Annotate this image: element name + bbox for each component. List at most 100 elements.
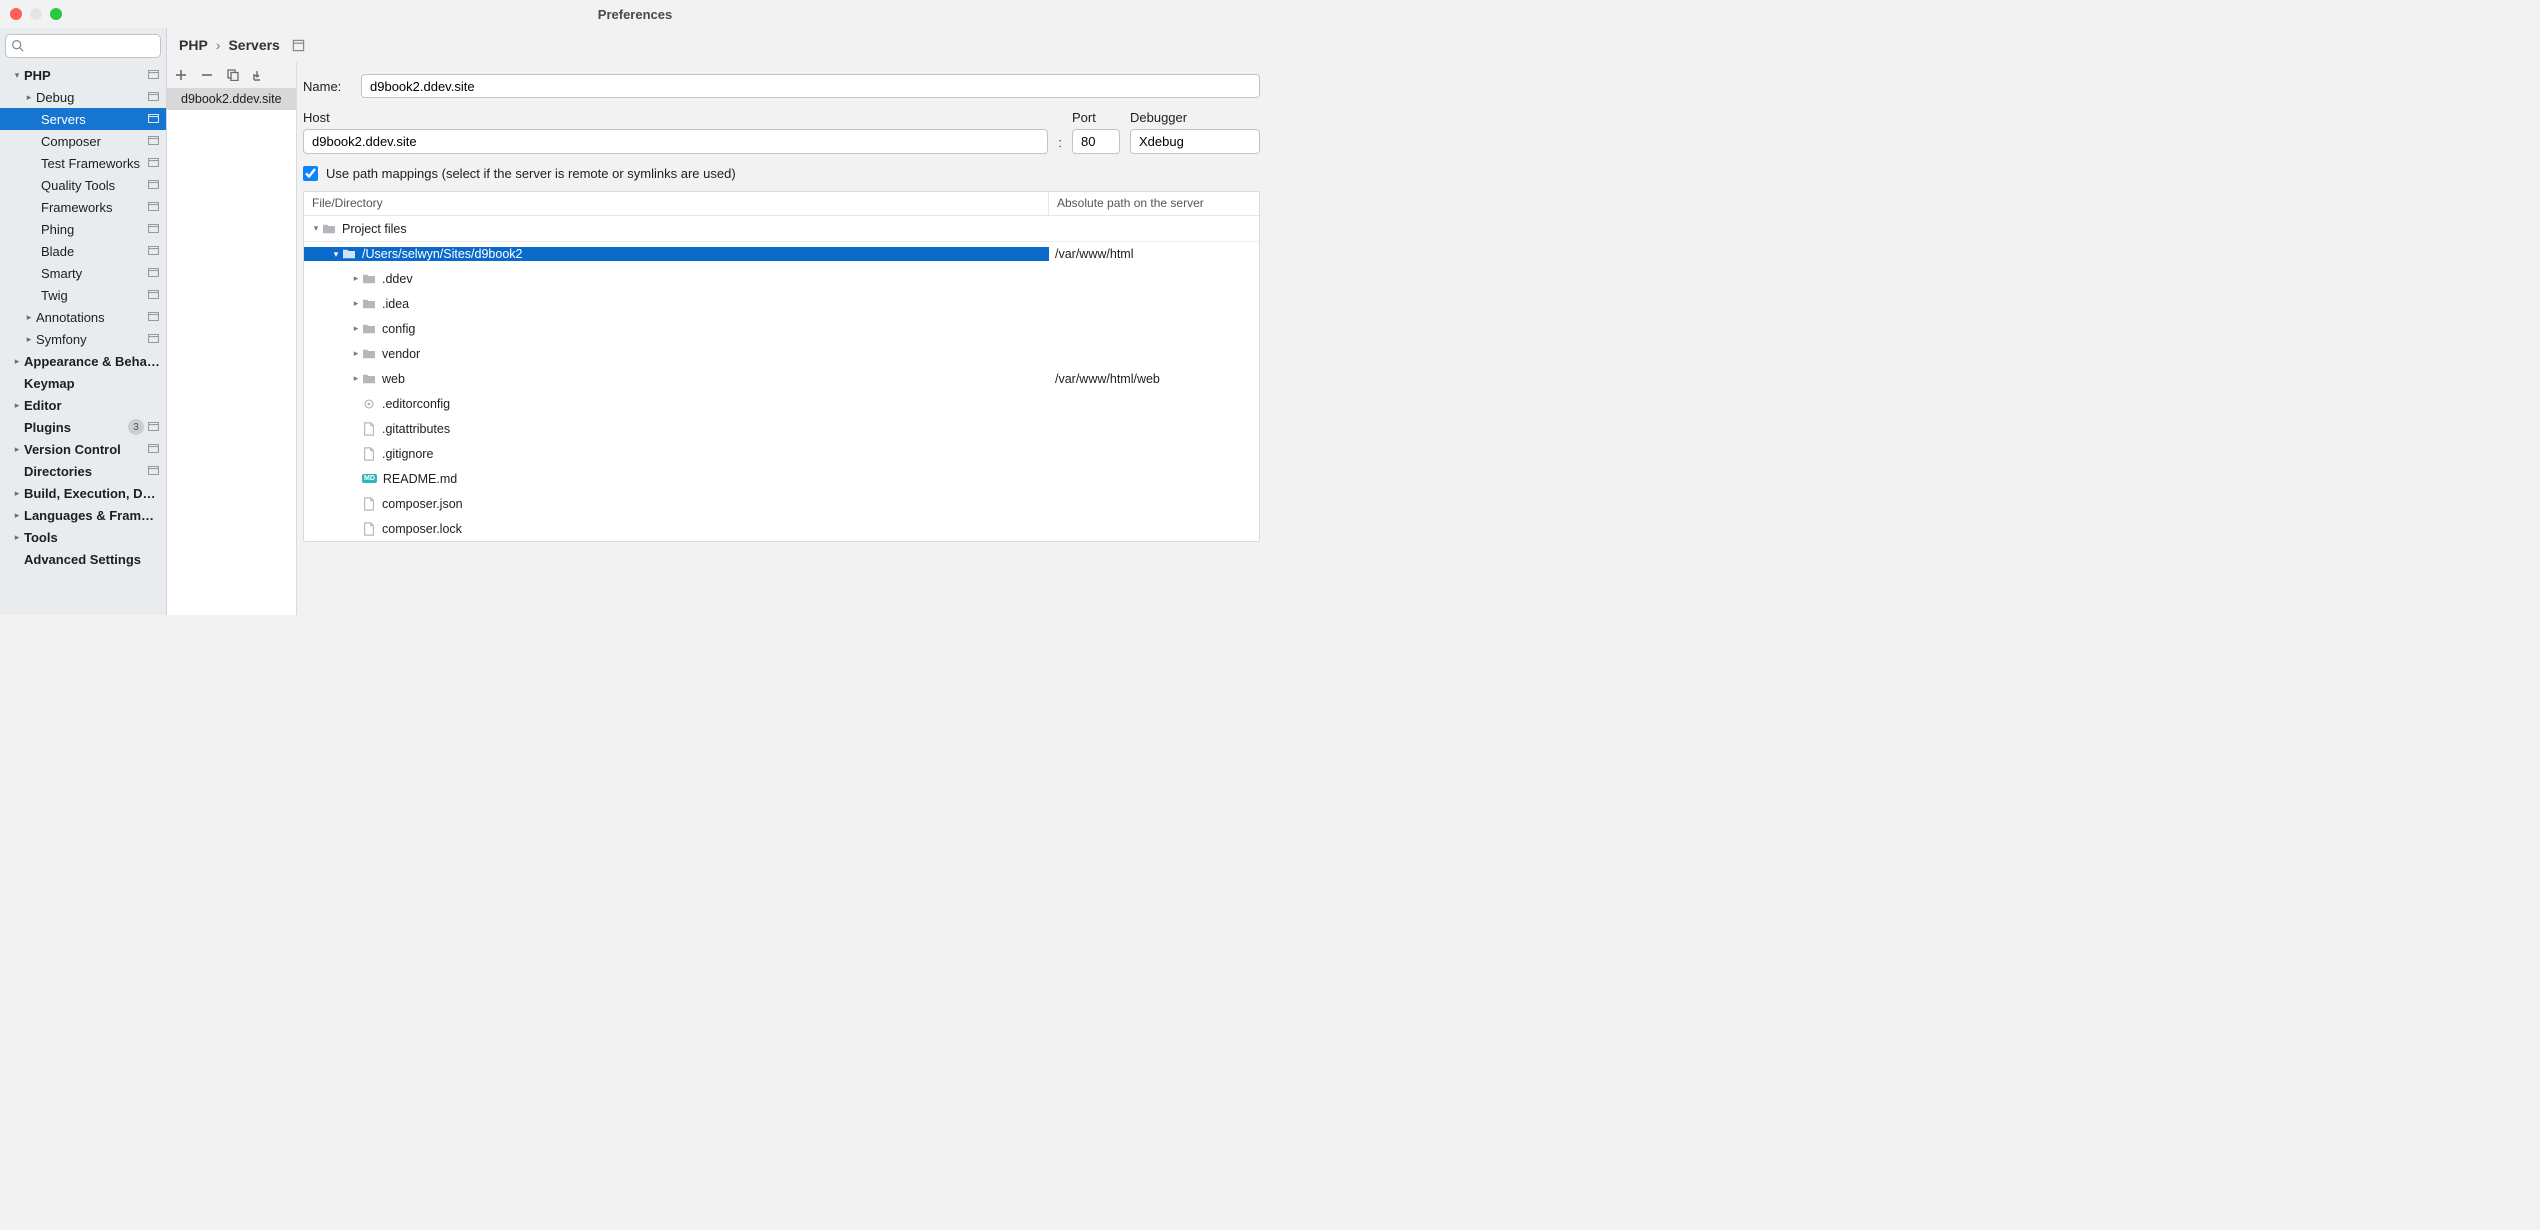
scope-icon — [148, 290, 160, 300]
mapping-row[interactable]: .editorconfig — [304, 391, 1259, 416]
sidebar-item-composer[interactable]: Composer — [0, 130, 166, 152]
mapping-row[interactable]: ▾Project files — [304, 216, 1259, 241]
scope-icon — [148, 202, 160, 212]
mapping-server-path[interactable]: /var/www/html — [1049, 247, 1259, 261]
host-input[interactable] — [303, 129, 1048, 154]
sidebar-item-plugins[interactable]: Plugins3 — [0, 416, 166, 438]
folder-icon — [362, 323, 382, 335]
mapping-path-label: .ddev — [382, 272, 413, 286]
sidebar-item-smarty[interactable]: Smarty — [0, 262, 166, 284]
close-window-button[interactable] — [10, 8, 22, 20]
file-icon — [362, 422, 382, 436]
sidebar-item-label: Blade — [41, 244, 148, 259]
mapping-row[interactable]: ▾/Users/selwyn/Sites/d9book2/var/www/htm… — [304, 241, 1259, 266]
mapping-path-label: /Users/selwyn/Sites/d9book2 — [362, 247, 523, 261]
sidebar-item-directories[interactable]: Directories — [0, 460, 166, 482]
sidebar-item-debug[interactable]: ▸Debug — [0, 86, 166, 108]
sidebar-item-label: Plugins — [24, 420, 128, 435]
sidebar-item-blade[interactable]: Blade — [0, 240, 166, 262]
use-path-mappings-label: Use path mappings (select if the server … — [326, 166, 736, 181]
debugger-select[interactable]: Xdebug — [1130, 129, 1260, 154]
sidebar-item-tools[interactable]: ▸Tools — [0, 526, 166, 548]
sidebar-item-appearance-behavior[interactable]: ▸Appearance & Behavior — [0, 350, 166, 372]
folder-icon — [322, 223, 342, 235]
sidebar-item-twig[interactable]: Twig — [0, 284, 166, 306]
breadcrumb-current: Servers — [228, 37, 279, 53]
sidebar-item-symfony[interactable]: ▸Symfony — [0, 328, 166, 350]
port-field: Port — [1072, 110, 1120, 154]
mapping-row[interactable]: ▸web/var/www/html/web — [304, 366, 1259, 391]
use-path-mappings-checkbox[interactable] — [303, 166, 318, 181]
sidebar-item-label: Quality Tools — [41, 178, 148, 193]
server-list-pane: d9book2.ddev.site — [167, 62, 297, 615]
sidebar-item-frameworks[interactable]: Frameworks — [0, 196, 166, 218]
mapping-path-label: vendor — [382, 347, 420, 361]
import-server-icon[interactable] — [253, 69, 265, 81]
sidebar-item-servers[interactable]: Servers — [0, 108, 166, 130]
sidebar-item-quality-tools[interactable]: Quality Tools — [0, 174, 166, 196]
folder-icon — [362, 373, 382, 385]
mapping-row[interactable]: ▸vendor — [304, 341, 1259, 366]
sidebar-item-advanced-settings[interactable]: Advanced Settings — [0, 548, 166, 570]
mapping-row[interactable]: .gitignore — [304, 441, 1259, 466]
mapping-row[interactable]: ▸.ddev — [304, 266, 1259, 291]
chevron-right-icon: ▸ — [10, 356, 24, 367]
update-count-badge: 3 — [128, 419, 144, 435]
copy-server-icon[interactable] — [227, 69, 239, 81]
sidebar-item-test-frameworks[interactable]: Test Frameworks — [0, 152, 166, 174]
chevron-right-icon: ▸ — [10, 400, 24, 411]
scope-icon — [148, 92, 160, 102]
chevron-right-icon: ▸ — [22, 92, 36, 103]
sidebar-item-label: Test Frameworks — [41, 156, 148, 171]
port-input[interactable] — [1072, 129, 1120, 154]
sidebar-item-label: Symfony — [36, 332, 148, 347]
mapping-row[interactable]: ▸config — [304, 316, 1259, 341]
split-pane: d9book2.ddev.site Name: Host : — [167, 62, 1270, 615]
mapping-row[interactable]: composer.json — [304, 491, 1259, 516]
settings-tree[interactable]: ▾PHP▸DebugServersComposerTest Frameworks… — [0, 64, 166, 615]
file-icon — [362, 497, 382, 511]
chevron-right-icon: ▸ — [10, 510, 24, 521]
sidebar-item-version-control[interactable]: ▸Version Control — [0, 438, 166, 460]
sidebar-item-php[interactable]: ▾PHP — [0, 64, 166, 86]
mapping-row[interactable]: .gitattributes — [304, 416, 1259, 441]
mapping-path-label: composer.json — [382, 497, 463, 511]
mapping-server-path[interactable]: /var/www/html/web — [1049, 372, 1259, 386]
mapping-row[interactable]: ▸ .idea — [304, 291, 1259, 316]
breadcrumb-root[interactable]: PHP — [179, 37, 208, 53]
col-file-directory[interactable]: File/Directory — [304, 192, 1049, 215]
sidebar-item-build-execution-deployment[interactable]: ▸Build, Execution, Deployment — [0, 482, 166, 504]
zoom-window-button[interactable] — [50, 8, 62, 20]
server-list-item[interactable]: d9book2.ddev.site — [167, 88, 296, 110]
host-port-separator: : — [1058, 135, 1062, 154]
sidebar-item-editor[interactable]: ▸Editor — [0, 394, 166, 416]
search-input[interactable] — [5, 34, 161, 58]
titlebar: Preferences — [0, 0, 1270, 28]
sidebar-item-label: Twig — [41, 288, 148, 303]
sidebar-item-languages-frameworks[interactable]: ▸Languages & Frameworks — [0, 504, 166, 526]
sidebar-item-keymap[interactable]: Keymap — [0, 372, 166, 394]
col-absolute-path[interactable]: Absolute path on the server — [1049, 192, 1259, 215]
remove-server-icon[interactable] — [201, 69, 213, 81]
sidebar-item-annotations[interactable]: ▸Annotations — [0, 306, 166, 328]
mapping-body[interactable]: ▾Project files▾/Users/selwyn/Sites/d9boo… — [304, 216, 1259, 541]
mapping-row[interactable]: MDREADME.md — [304, 466, 1259, 491]
minimize-window-button[interactable] — [30, 8, 42, 20]
name-input[interactable] — [361, 74, 1260, 98]
sidebar-item-phing[interactable]: Phing — [0, 218, 166, 240]
sidebar-item-label: Build, Execution, Deployment — [24, 486, 160, 501]
use-mappings-row: Use path mappings (select if the server … — [303, 166, 1260, 181]
mapping-row[interactable]: composer.lock — [304, 516, 1259, 541]
scope-icon — [148, 334, 160, 344]
mapping-path-label: .idea — [382, 297, 409, 311]
debugger-label: Debugger — [1130, 110, 1260, 125]
server-list[interactable]: d9book2.ddev.site — [167, 88, 296, 615]
mapping-path-label: .gitignore — [382, 447, 433, 461]
name-row: Name: — [303, 74, 1260, 98]
chevron-right-icon: ▸ — [350, 298, 362, 309]
sidebar-item-label: Debug — [36, 90, 148, 105]
add-server-icon[interactable] — [175, 69, 187, 81]
breadcrumb-separator: › — [216, 37, 221, 53]
mapping-path-label: .editorconfig — [382, 397, 450, 411]
restore-defaults-icon[interactable] — [292, 39, 305, 52]
